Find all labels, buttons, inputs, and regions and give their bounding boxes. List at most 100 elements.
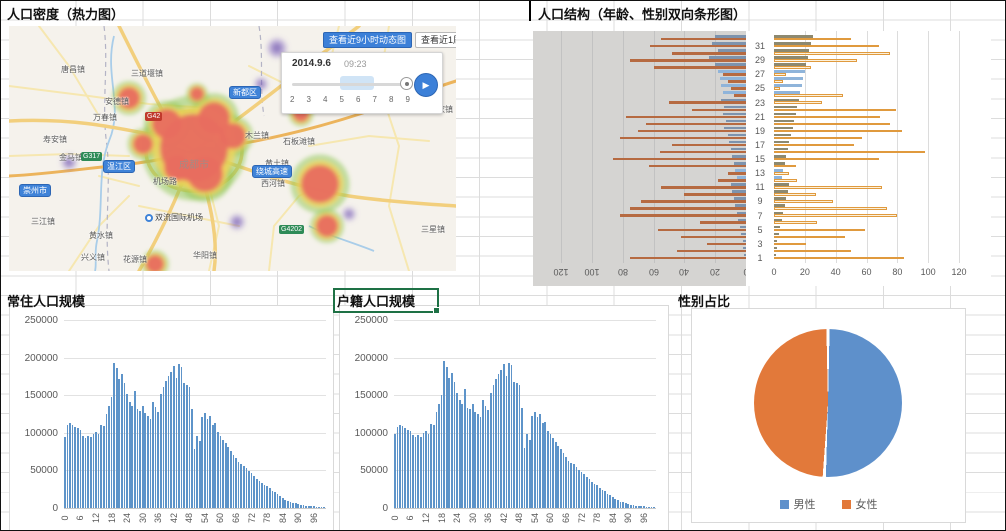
gridline [928,31,929,263]
pyramid-bar-left-orange [677,250,746,253]
x-axis-tick-label: 66 [231,508,241,528]
x-axis-tick-label: 18 [437,508,447,528]
map-town-label: 机场路 [153,176,177,187]
histogram-bar [131,406,133,508]
histogram-bar [139,411,141,508]
histogram-bar [284,500,286,508]
pyramid-age-label: 13 [746,170,774,177]
pyramid-bar-right-orange [774,165,796,168]
pyramid-bar-left-orange [723,73,746,76]
pyramid-left-axis-tick: 60 [642,267,666,277]
map-road-shield: G4202 [279,225,304,234]
histogram-bar [402,426,404,508]
histogram-bar [599,488,601,508]
timeline-tick: 6 [356,95,360,104]
pyramid-bar-right-orange [774,45,879,48]
histogram-bar [106,414,108,508]
pyramid-bar-left-orange [620,137,746,140]
title-resident[interactable]: 常住人口规模 [7,291,85,310]
histogram-bar [581,472,583,508]
histogram-bar [591,482,593,508]
histogram-bar [547,431,549,508]
histogram-bar [563,453,565,508]
pyramid-bar-right-orange [774,151,925,154]
histogram-bar [446,367,448,508]
histogram-bar [583,474,585,508]
histogram-bar [85,438,87,508]
timeline-slider-track[interactable] [292,83,408,86]
y-axis-tick-label: 250000 [12,315,58,326]
pyramid-right-plot: 020406080100120 [774,31,991,286]
y-axis-tick-label: 200000 [342,353,388,364]
timeline-tick-labels: 23456789 [290,95,410,104]
timeline-tick: 4 [323,95,327,104]
timeline-date: 2014.9.6 [292,58,331,69]
histogram-bar [472,404,474,508]
histogram-bar [150,419,152,508]
histogram-bar [90,437,92,508]
histogram-bar [194,449,196,508]
title-pyramid[interactable]: 人口结构（年龄、性别双向条形图） [538,4,746,23]
title-gender[interactable]: 性别占比 [678,291,730,310]
view-9h-dynamics-button[interactable]: 查看近9小时动态图 [323,32,412,48]
map-district-badge: 温江区 [103,160,135,173]
map-town-label: 石板滩镇 [283,136,315,147]
histogram-bar [539,414,541,508]
population-density-heatmap[interactable]: 唐昌镇三道堰镇祥福镇安德镇寿安镇万春镇金马镇三江镇黄水镇兴义镇花源镇机场路华阳镇… [9,26,456,271]
gridline [64,395,326,396]
active-cell-selection[interactable] [333,288,439,313]
histogram-bar [186,385,188,508]
pie-legend: 男性 女性 [692,496,965,512]
timeline-play-button[interactable]: ▶ [414,73,438,97]
legend-swatch [780,500,789,509]
y-axis-tick-label: 150000 [12,390,58,401]
histogram-bar [612,497,614,508]
x-axis-tick-label: 24 [452,508,462,528]
pyramid-bar-right-orange [774,80,783,83]
histogram-bar [165,381,167,508]
x-axis-tick-label: 54 [530,508,540,528]
view-1week-dynamics-button[interactable]: 查看近1周动态图 [415,32,456,48]
pyramid-bar-right-orange [774,109,896,112]
pyramid-bar-right-orange [774,130,902,133]
y-axis-tick-label: 50000 [12,465,58,476]
pyramid-age-label: 7 [746,213,774,220]
pyramid-age-label: 3 [746,241,774,248]
pyramid-age-label: 31 [746,43,774,50]
x-axis-tick-label: 90 [623,508,633,528]
map-district-badge: 新都区 [229,86,261,99]
legend-label: 女性 [856,496,878,512]
histogram-bar [251,473,253,508]
histogram-bar [506,376,508,508]
histogram-bar [482,400,484,508]
histogram-bar [230,451,232,508]
histogram-bar [576,467,578,508]
timeline-tick: 8 [389,95,393,104]
histogram-bar [279,496,281,508]
x-axis-tick-label: 30 [468,508,478,528]
histogram-bar [617,500,619,508]
fill-handle[interactable] [433,307,440,314]
map-town-label: 三江镇 [31,216,55,227]
pyramid-bar-left-orange [734,94,746,97]
y-axis-tick-label: 0 [12,503,58,514]
x-axis-tick-label: 30 [138,508,148,528]
histogram-bar [163,387,165,508]
pyramid-bar-right-orange [774,73,786,76]
legend-item: 男性 [780,496,816,512]
histogram-bar [214,423,216,508]
histogram-bar [557,446,559,508]
histogram-bar [113,363,115,508]
map-town-label: 三星镇 [421,224,445,235]
histogram-bar [620,502,622,508]
map-town-label: 金马镇 [59,152,83,163]
title-density[interactable]: 人口密度（热力图） [7,4,124,23]
timeline-slider-handle[interactable] [400,77,413,90]
histogram-bar [467,408,469,508]
histogram-bar [183,383,185,508]
histogram-bar [550,434,552,508]
histogram-bar [425,431,427,508]
histogram-bar [570,463,572,508]
pyramid-bar-right-orange [774,144,854,147]
histogram-bar [160,394,162,508]
